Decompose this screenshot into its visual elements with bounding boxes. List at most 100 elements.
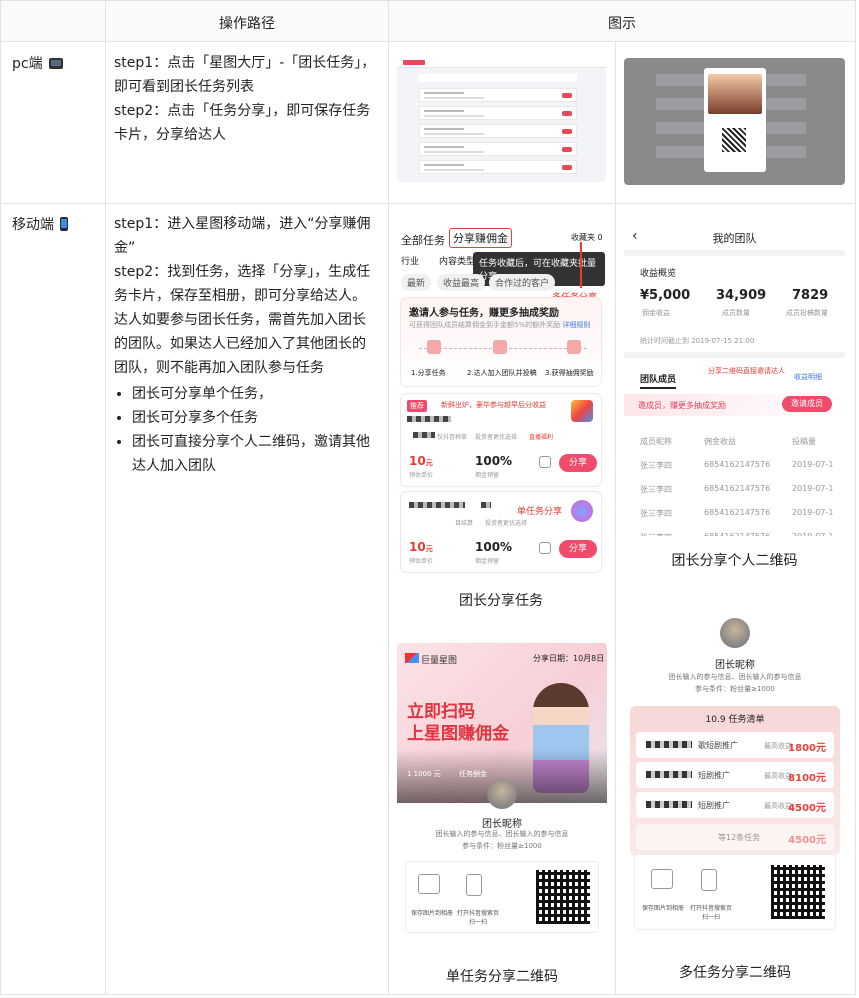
task-list-title: 10.9 任务清单 [705,715,765,725]
task-row: 短剧推广 最高收益 4500元 [636,792,834,818]
poster-cond: 参与条件：粉丝量≥1000 [462,842,542,850]
bullet-single: 团长可分享单个任务， [132,382,376,406]
pill-latest[interactable]: 最新 [401,274,432,291]
task-card-2: 单任务分享 目结算 投资者更优选择 10元 预估单价 100% 佣金预留 分享 [401,492,601,572]
favorites-button[interactable]: 收藏夹 0 [571,232,603,243]
task2-price-label: 预估单价 [409,558,434,565]
save-icon-2[interactable] [539,542,551,554]
member-income: 6854162147576 [704,508,771,517]
multi-cond: 参与条件：粉丝量≥1000 [695,685,775,693]
phone-icon [60,217,69,231]
member-row: 张三李四 6854162147576 2019-07-1 [624,530,845,536]
share-card-modal [704,68,766,172]
phone-scan-icon [466,874,482,896]
member-date: 2019-07-1 [792,460,834,469]
member-date: 2019-07-1 [792,532,833,536]
task-amount: 8100元 [788,773,826,784]
redacted-text [646,741,692,748]
task1-price-label: 预估单价 [409,472,434,479]
task2-rate-label: 佣金预留 [475,558,500,565]
mobile-label-text: 移动端 [12,217,54,233]
invite-title: 邀请人参与任务，赚更多抽成奖励 [409,308,559,319]
multi-task-poster: 团长昵称 团长输入的参与信息、团长输入的参与信息 参与条件：粉丝量≥1000 1… [630,614,840,936]
caption-share-task: 团长分享任务 [459,593,543,609]
task1-rate: 100% [475,454,513,468]
save-image-icon-2 [651,869,673,889]
task-row: 短剧推广 最高收益 8100元 [636,762,834,788]
caption-single-qr: 单任务分享二维码 [446,969,558,985]
leader-avatar-2 [720,618,750,648]
pill-past-clients[interactable]: 合作过的客户 [489,274,556,291]
poster-desc: 团长输入的参与信息、团长输入的参与信息 [435,830,569,838]
filter-content[interactable]: 内容类型 [439,254,475,267]
tab-members[interactable]: 团队成员 [640,372,677,389]
task1-price: 10元 [409,454,433,468]
poster-date: 分享日期：10月8日 [533,654,605,663]
poster-brand: 巨量星图 [421,656,458,666]
filter-industry[interactable]: 行业 [401,254,419,267]
header-pic: 图示 [608,16,636,32]
pc-step-2: step2：点击「任务分享」，即可保存任务卡片，分享给达人 [114,103,371,143]
qr-box: 保存图片到相册 打开抖音搜索页扫一扫 [405,861,599,933]
step-join: 2.达人加入团队并投稿 [467,369,537,377]
reward-step-icon [567,340,581,354]
tab-income-detail[interactable]: 收益明细 [794,372,822,382]
pc-share-modal-screenshot [624,58,845,185]
tag-2: 投资者更优选择 [475,434,518,441]
member-income: 6854162147576 [704,484,771,493]
pc-row-label: pc端 [12,53,64,73]
open-hint: 打开抖音搜索页扫一扫 [456,910,499,926]
mobile-step-1: step1：进入星图移动端，进入“分享赚佣金” [114,216,371,256]
member-income: 6854162147576 [704,532,770,536]
save-image-icon [418,874,440,894]
member-row: 张三李四 6854162147576 2019-07-1 [624,506,845,526]
tab-share-earn[interactable]: 分享赚佣金 [449,228,512,248]
member-name: 张三李四 [640,461,672,470]
redacted-text [646,801,692,808]
save-icon[interactable] [539,456,551,468]
qr-code-2 [771,865,825,919]
col-nickname: 成员昵称 [640,437,672,446]
share-step-icon [427,340,441,354]
stat-income: ¥5,000 [640,288,691,303]
save-hint-2: 保存图片到相册 [641,905,684,912]
task-list-panel: 10.9 任务清单 歌短剧推广 最高收益 1800元 短剧推广 最高收益 8100元 短剧推… [630,706,840,856]
header-empty-cell [0,0,106,42]
tag-4: 目结算 [455,520,474,527]
save-hint: 保存图片到相册 [410,910,453,917]
mobile-row-label: 移动端 [12,214,69,234]
income-overview: 收益概览 [640,269,677,279]
header-ops-cell: 操作路径 [105,0,389,42]
col-income: 佣金收益 [704,437,736,446]
arrow-multi [580,242,582,288]
member-name: 张三李四 [640,485,672,494]
invite-members-button[interactable]: 邀请成员 [782,396,832,412]
mobile-step-2: step2：找到任务，选择「分享」，生成任务卡片，保存至相册，即可分享给达人。达… [114,264,371,376]
member-name: 张三李四 [640,509,672,518]
tag-5: 投资者更优选择 [485,520,528,527]
task-more-amount: 4500元 [788,835,826,846]
tab-all-tasks[interactable]: 全部任务 [401,232,445,248]
monitor-icon [49,58,64,69]
task-name: 短剧推广 [698,771,730,780]
poster-nickname: 团长昵称 [482,819,522,830]
header-pic-cell: 图示 [388,0,856,42]
stat-posts: 7829 [792,288,829,303]
pill-highest[interactable]: 收益最高 [437,274,486,291]
task1-rate-label: 佣金预留 [475,472,500,479]
invite-sub: 可获得团队成员结算佣金到手金额5%的额外奖励 详细规则 [409,321,591,329]
share-button-1[interactable]: 分享 [559,454,597,472]
bullet-qr: 团长可直接分享个人二维码，邀请其他达人加入团队 [132,430,376,478]
share-button-2[interactable]: 分享 [559,540,597,558]
member-date: 2019-07-1 [792,508,834,517]
recommend-tag: 推荐 [407,400,427,412]
task-name: 短剧推广 [698,801,730,810]
brand-logo-icon [405,653,419,663]
pc-label-text: pc端 [12,56,43,72]
recommend-text: 新鲜出炉，豪华参与越早后分收益 [441,401,546,409]
mobile-ops-text: step1：进入星图移动端，进入“分享赚佣金” step2：找到任务，选择「分享… [114,212,376,478]
multi-desc: 团长输入的参与信息、团长输入的参与信息 [668,673,802,681]
redacted-text [646,771,692,778]
invite-card: 邀请人参与任务，赚更多抽成奖励 可获得团队成员结算佣金到手金额5%的额外奖励 详… [401,298,601,386]
invite-rules-link[interactable]: 详细规则 [562,321,590,329]
